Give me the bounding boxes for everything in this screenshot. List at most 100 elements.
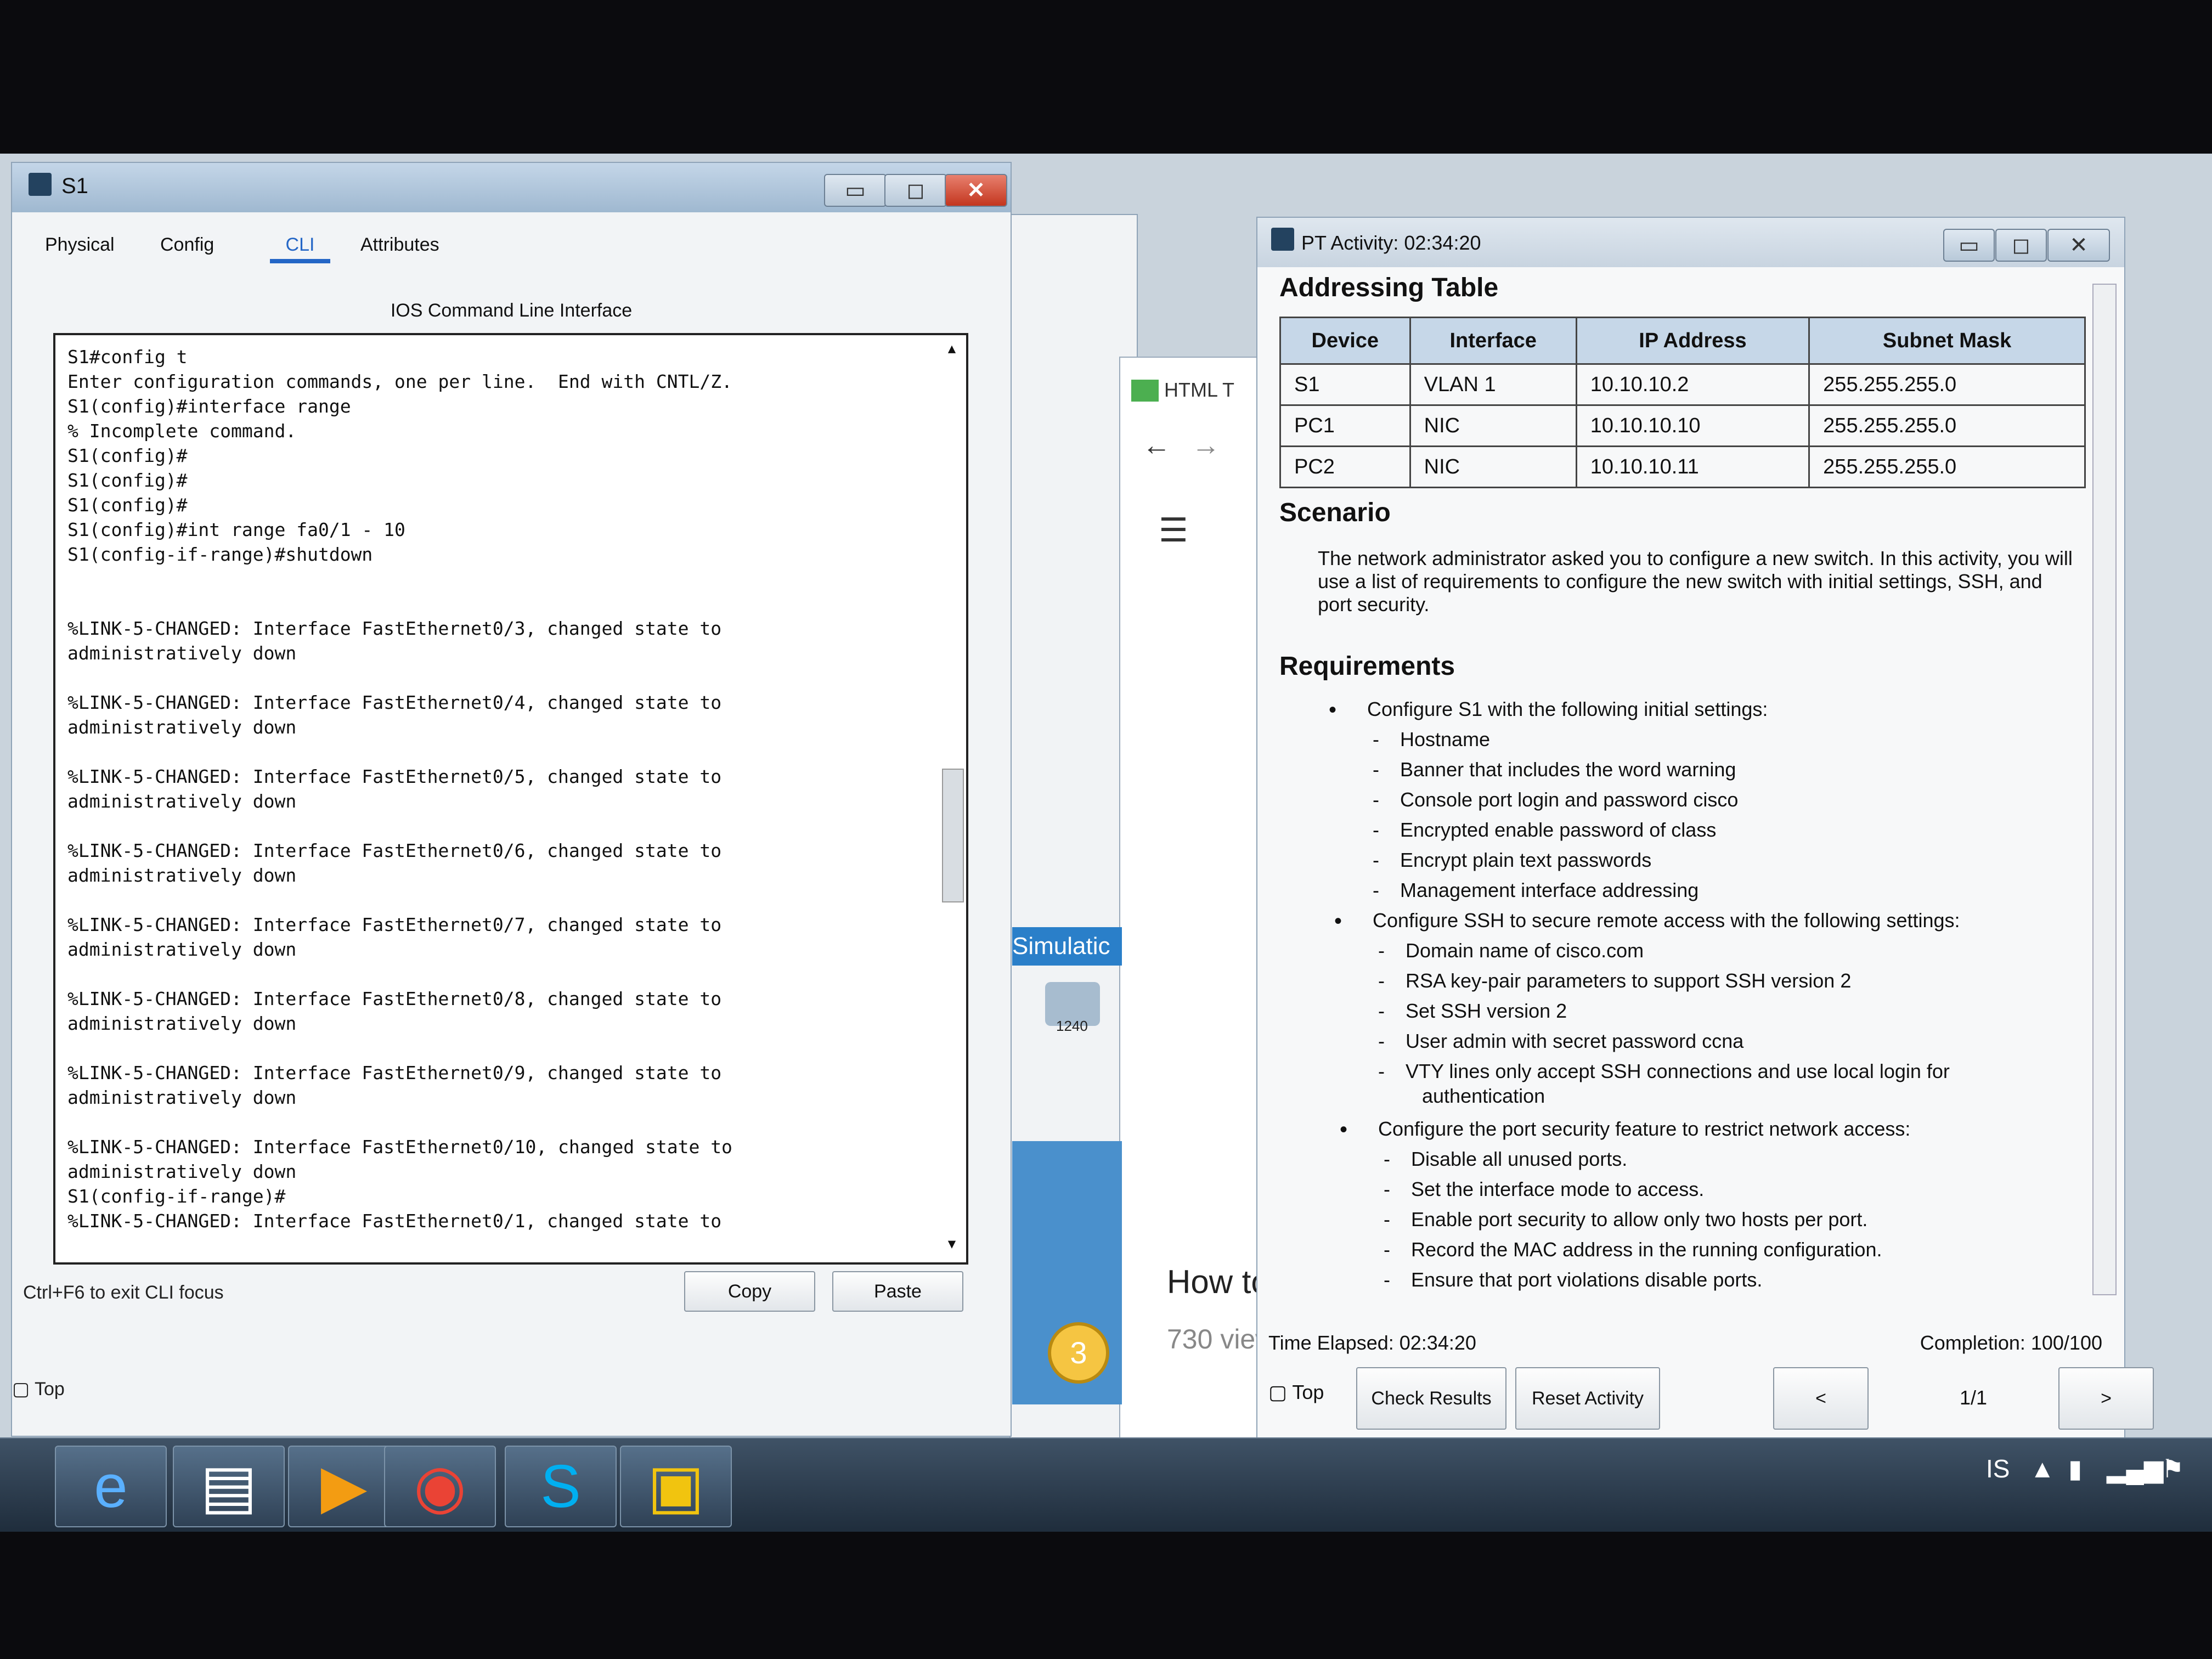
pt-activity-window: PT Activity: 02:34:20 ▭ ◻ ✕ Addressing T… [1256,217,2154,1440]
page-indicator: 1/1 [1960,1386,1988,1409]
file-explorer-icon[interactable]: ▤ [173,1446,285,1527]
signal-icon[interactable]: ▂▄▆ [2107,1454,2163,1483]
table-header: Device [1279,317,1411,365]
simulation-tab[interactable]: Simulatic [1012,927,1122,966]
instructions-pane: Addressing Table Device Interface IP Add… [1279,267,2097,1310]
cli-terminal[interactable]: ▲ ▼ S1#config t Enter configuration comma… [53,333,968,1265]
cli-line: Enter configuration commands, one per li… [67,371,732,392]
menu-icon[interactable]: ☰ [1159,511,1188,550]
close-button[interactable]: ✕ [945,174,1007,207]
check-results-button[interactable]: Check Results [1356,1367,1506,1430]
back-arrow-icon[interactable]: ← [1142,429,1171,462]
requirement-subitem: Management interface addressing [1373,879,1699,902]
maximize-button[interactable]: ◻ [884,174,947,207]
table-cell: NIC [1409,445,1577,488]
top-checkbox-label[interactable]: ▢ Top [12,1378,65,1400]
table-header: Interface [1409,317,1577,365]
top-checkbox[interactable]: ▢ Top [1268,1381,1324,1404]
requirement-subitem: Enable port security to allow only two h… [1384,1208,1867,1231]
requirement-item: Configure S1 with the following initial … [1329,698,1768,723]
time-elapsed: Time Elapsed: 02:34:20 [1268,1331,1476,1354]
packet-tracer-taskbar-icon[interactable]: ▣ [620,1446,732,1527]
cli-line: % Incomplete command. [67,420,297,442]
table-cell: 255.255.255.0 [1808,363,2086,406]
battery-icon[interactable]: ▮ [2068,1454,2082,1483]
cli-line: %LINK-5-CHANGED: Interface FastEthernet0… [67,988,722,1009]
maximize-button[interactable]: ◻ [1995,229,2047,262]
cli-line: S1(config-if-range)# [67,1186,286,1207]
cli-line: administratively down [67,716,297,738]
tab-attributes[interactable]: Attributes [360,234,439,256]
top-label: Top [34,1379,65,1400]
table-row: S1 VLAN 1 10.10.10.2 255.255.255.0 [1279,363,2086,406]
minimize-button[interactable]: ▭ [824,174,887,207]
requirement-subitem: Ensure that port violations disable port… [1384,1268,1762,1291]
flag-icon[interactable]: ⚑ [2162,1454,2184,1483]
requirement-subitem: Set SSH version 2 [1378,1000,1567,1023]
table-row: PC1 NIC 10.10.10.10 255.255.255.0 [1279,404,2086,447]
cli-line: S1#config t [67,346,188,368]
instructions-scrollbar[interactable] [2092,284,2117,1295]
cli-line: S1(config)#int range fa0/1 - 10 [67,519,405,540]
cli-line: administratively down [67,1161,297,1182]
scroll-down-icon[interactable]: ▼ [940,1236,964,1251]
notification-badge[interactable]: 3 [1048,1322,1109,1384]
packet-tracer-icon [29,173,52,196]
copy-button[interactable]: Copy [684,1271,815,1312]
tab-cli[interactable]: CLI [270,234,330,263]
cli-line: S1(config)# [67,470,188,491]
cli-line: S1(config-if-range)#shutdown [67,544,373,565]
previous-page-button[interactable]: < [1773,1367,1869,1430]
table-cell: 10.10.10.11 [1575,445,1810,488]
cli-caption: IOS Command Line Interface [390,300,633,321]
forward-arrow-icon[interactable]: → [1192,429,1220,462]
language-indicator[interactable]: IS [1986,1454,2010,1483]
table-cell: 255.255.255.0 [1808,404,2086,447]
s1-window: S1 ▭ ◻ ✕ Physical Config CLI Attributes … [11,162,1012,1437]
cli-line: administratively down [67,865,297,886]
reset-activity-button[interactable]: Reset Activity [1515,1367,1660,1430]
tab-physical[interactable]: Physical [45,234,115,256]
cli-scrollbar[interactable]: ▲ ▼ [940,341,964,1251]
internet-explorer-icon[interactable]: e [55,1446,167,1527]
paste-button[interactable]: Paste [832,1271,963,1312]
completion-status: Completion: 100/100 [1920,1331,2102,1354]
cli-line: %LINK-5-CHANGED: Interface FastEthernet0… [67,840,722,861]
chrome-icon[interactable]: ◉ [384,1446,496,1527]
tab-config[interactable]: Config [160,234,214,256]
media-player-icon[interactable]: ▶ [288,1446,400,1527]
cli-hint: Ctrl+F6 to exit CLI focus [23,1282,224,1303]
cli-line: S1(config)# [67,494,188,516]
s1-titlebar: S1 ▭ ◻ ✕ [12,163,1011,212]
requirement-subitem: VTY lines only accept SSH connections an… [1378,1060,1950,1083]
next-page-button[interactable]: > [2058,1367,2154,1430]
table-cell: PC1 [1279,404,1411,447]
requirement-subitem-continued: authentication [1422,1085,1545,1107]
scenario-title: Scenario [1279,498,1391,527]
w3-logo-icon [1131,380,1159,402]
table-cell: PC2 [1279,445,1411,488]
tray-expand-icon[interactable]: ▲ [2030,1454,2055,1483]
table-cell: 10.10.10.2 [1575,363,1810,406]
close-button[interactable]: ✕ [2047,229,2110,262]
minimize-button[interactable]: ▭ [1943,229,1995,262]
requirement-subitem: Console port login and password cisco [1373,788,1738,811]
requirement-item: Configure the port security feature to r… [1340,1118,1910,1142]
window-title: S1 [61,174,88,198]
requirement-subitem: User admin with secret password ccna [1378,1030,1743,1053]
packet-tracer-icon [1271,228,1294,251]
scroll-up-icon[interactable]: ▲ [940,341,964,356]
requirements-title: Requirements [1279,652,1455,681]
requirement-subitem: Domain name of cisco.com [1378,939,1644,962]
cli-line: administratively down [67,1013,297,1034]
requirement-item: Configure SSH to secure remote access wi… [1334,909,1960,934]
scrollbar-thumb[interactable] [942,769,964,902]
table-cell: 10.10.10.10 [1575,404,1810,447]
browser-tab-title[interactable]: HTML T [1164,379,1234,402]
requirement-subitem: Disable all unused ports. [1384,1148,1627,1171]
requirement-subitem: Banner that includes the word warning [1373,758,1736,781]
skype-icon[interactable]: S [505,1446,617,1527]
cli-line: %LINK-5-CHANGED: Interface FastEthernet0… [67,1136,732,1158]
requirement-subitem: Record the MAC address in the running co… [1384,1238,1882,1261]
scenario-text: The network administrator asked you to c… [1318,547,2073,616]
